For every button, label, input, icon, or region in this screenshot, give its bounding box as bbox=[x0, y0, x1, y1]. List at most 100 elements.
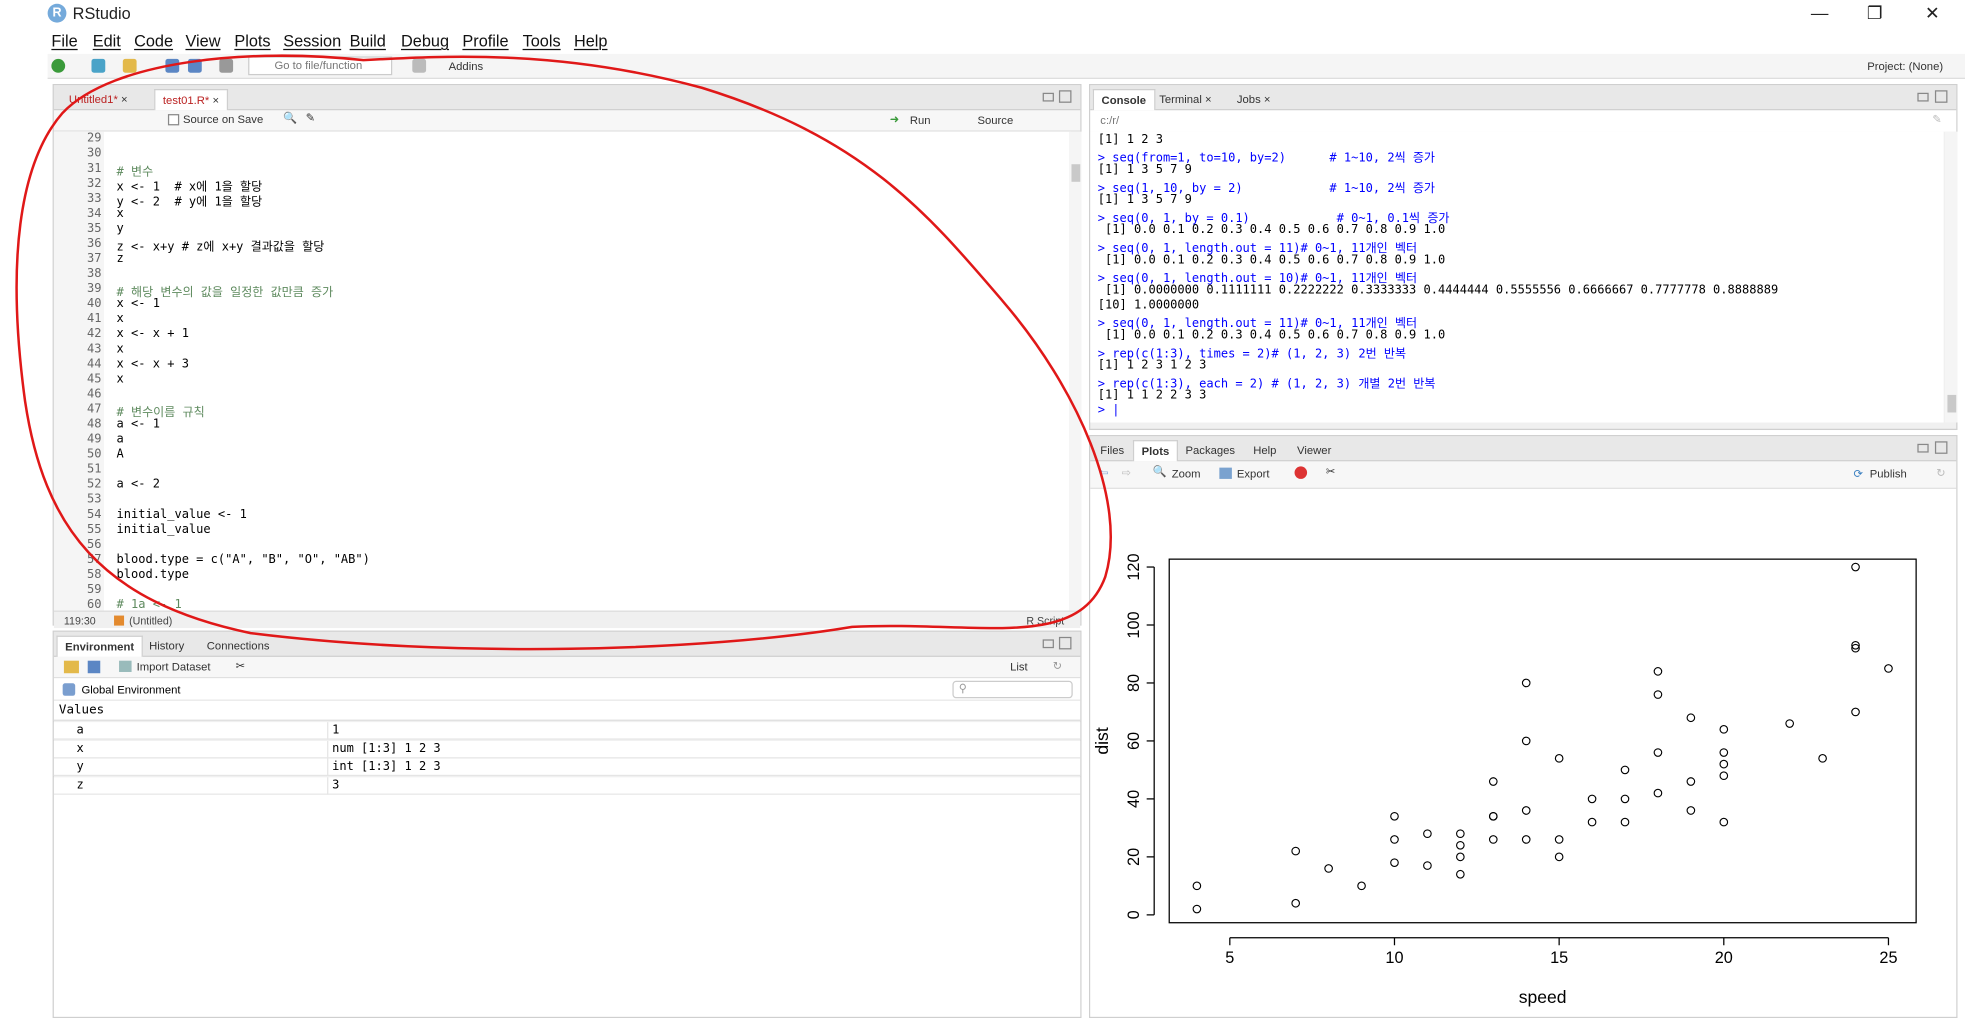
code-line[interactable]: 54 initial_value <- 1 bbox=[54, 508, 1072, 523]
refresh-icon[interactable]: ↻ bbox=[1053, 659, 1062, 673]
menu-edit[interactable]: Edit bbox=[93, 31, 121, 50]
refresh-icon[interactable]: ↻ bbox=[1936, 466, 1945, 480]
source-on-save-checkbox[interactable] bbox=[167, 114, 180, 126]
tab-files[interactable]: Files bbox=[1093, 440, 1132, 461]
source-button[interactable]: Source bbox=[977, 114, 1013, 127]
menu-plots[interactable]: Plots bbox=[234, 31, 270, 50]
code-line[interactable]: 56 bbox=[54, 538, 1072, 553]
minimize-pane-icon[interactable] bbox=[1917, 443, 1929, 453]
remove-plot-icon[interactable] bbox=[1294, 466, 1308, 479]
code-line[interactable]: 38 bbox=[54, 267, 1072, 282]
scope-selector[interactable]: (Untitled) bbox=[129, 614, 172, 627]
load-workspace-icon[interactable] bbox=[63, 660, 79, 674]
menu-session[interactable]: Session bbox=[283, 31, 341, 50]
tab-connections[interactable]: Connections bbox=[199, 636, 277, 657]
save-icon[interactable] bbox=[165, 58, 180, 73]
maximize-pane-icon[interactable] bbox=[1934, 90, 1948, 103]
maximize-pane-icon[interactable] bbox=[1058, 636, 1072, 650]
publish-menu[interactable]: Publish bbox=[1870, 468, 1907, 481]
print-icon[interactable] bbox=[219, 58, 234, 73]
new-project-icon[interactable] bbox=[91, 58, 106, 73]
zoom-button[interactable]: Zoom bbox=[1172, 468, 1201, 481]
code-line[interactable]: 33 y <- 2 # y에 1을 할당 bbox=[54, 192, 1072, 210]
code-line[interactable]: 50 A bbox=[54, 448, 1072, 463]
code-line[interactable]: 31 # 변수 bbox=[54, 162, 1072, 180]
back-arrow-icon[interactable]: ⇦ bbox=[1099, 466, 1108, 480]
save-workspace-icon[interactable] bbox=[87, 660, 101, 674]
maximize-pane-icon[interactable] bbox=[1934, 441, 1948, 454]
console-scroll-thumb[interactable] bbox=[1947, 394, 1957, 413]
tab-terminal[interactable]: Terminal × bbox=[1152, 89, 1219, 110]
code-line[interactable]: 60 # 1a <- 1 bbox=[54, 598, 1072, 611]
minimize-pane-icon[interactable] bbox=[1042, 92, 1054, 102]
environment-row[interactable]: x num [1:3] 1 2 3 bbox=[53, 740, 1081, 758]
code-line[interactable]: 36 z <- x+y # z에 x+y 결과값을 할당 bbox=[54, 237, 1072, 255]
code-line[interactable]: 34 x bbox=[54, 207, 1072, 222]
tab-help[interactable]: Help bbox=[1246, 440, 1284, 461]
tab-untitled1[interactable]: Untitled1* × bbox=[61, 89, 135, 110]
menu-tools[interactable]: Tools bbox=[523, 31, 561, 50]
menu-build[interactable]: Build bbox=[350, 31, 386, 50]
code-line[interactable]: 30 bbox=[54, 147, 1072, 162]
search-icon[interactable]: 🔍 bbox=[283, 112, 297, 126]
menu-help[interactable]: Help bbox=[574, 31, 608, 50]
maximize-pane-icon[interactable] bbox=[1058, 90, 1072, 103]
code-line[interactable]: 32 x <- 1 # x에 1을 할당 bbox=[54, 177, 1072, 195]
code-line[interactable]: 48 a <- 1 bbox=[54, 417, 1072, 432]
goto-file-input[interactable]: Go to file/function bbox=[248, 56, 393, 76]
minimize-pane-icon[interactable] bbox=[1042, 639, 1054, 649]
menu-view[interactable]: View bbox=[185, 31, 220, 50]
grid-icon[interactable] bbox=[412, 58, 427, 73]
code-line[interactable]: 53 bbox=[54, 493, 1072, 508]
code-editor[interactable]: 29 30 31 # 변수 32 x <- 1 # x에 1을 할당 33 y <- 2 # … bbox=[53, 131, 1072, 611]
project-menu[interactable]: Project: (None) bbox=[1867, 60, 1943, 73]
tab-test01[interactable]: test01.R* × bbox=[154, 89, 228, 111]
list-view-menu[interactable]: List bbox=[1010, 661, 1028, 674]
minimize-pane-icon[interactable] bbox=[1917, 92, 1929, 102]
close-icon[interactable]: ✕ bbox=[1920, 3, 1945, 24]
addins-menu[interactable]: Addins bbox=[449, 60, 484, 73]
broom-icon[interactable]: ✂ bbox=[236, 659, 245, 673]
tab-history[interactable]: History bbox=[142, 636, 192, 657]
menu-profile[interactable]: Profile bbox=[462, 31, 508, 50]
magic-wand-icon[interactable]: ✎ bbox=[306, 112, 315, 126]
code-line[interactable]: 43 x bbox=[54, 342, 1072, 357]
working-directory[interactable]: c:/r/ bbox=[1100, 114, 1119, 127]
code-line[interactable]: 42 x <- x + 1 bbox=[54, 327, 1072, 342]
code-line[interactable]: 57 blood.type = c("A", "B", "O", "AB") bbox=[54, 553, 1072, 568]
code-line[interactable]: 59 bbox=[54, 583, 1072, 598]
code-line[interactable]: 39 # 해당 변수의 값을 일정한 값만큼 증가 bbox=[54, 282, 1072, 300]
forward-arrow-icon[interactable]: ⇨ bbox=[1122, 466, 1131, 480]
code-line[interactable]: 45 x bbox=[54, 372, 1072, 387]
global-environment-menu[interactable]: Global Environment bbox=[81, 683, 180, 696]
broom-icon[interactable]: ✂ bbox=[1326, 465, 1335, 479]
code-line[interactable]: 51 bbox=[54, 463, 1072, 478]
code-line[interactable]: 35 y bbox=[54, 222, 1072, 237]
environment-row[interactable]: z3 bbox=[53, 776, 1081, 795]
menu-code[interactable]: Code bbox=[134, 31, 173, 50]
menu-file[interactable]: File bbox=[51, 31, 77, 50]
code-line[interactable]: 58 blood.type bbox=[54, 568, 1072, 583]
code-line[interactable]: 47 # 변수이름 규칙 bbox=[54, 402, 1072, 420]
tab-plots[interactable]: Plots bbox=[1132, 440, 1179, 462]
code-line[interactable]: 55 initial_value bbox=[54, 523, 1072, 538]
editor-scroll-thumb[interactable] bbox=[1071, 164, 1081, 182]
code-line[interactable]: 52 a <- 2 bbox=[54, 478, 1072, 493]
console-output[interactable]: [1] 1 2 3 > seq(from=1, to=10, by=2) # 1~… bbox=[1090, 131, 1944, 423]
code-line[interactable]: 37 z bbox=[54, 252, 1072, 267]
tab-packages[interactable]: Packages bbox=[1178, 440, 1243, 461]
code-line[interactable]: 41 x bbox=[54, 312, 1072, 327]
new-file-icon[interactable] bbox=[51, 58, 66, 73]
tab-environment[interactable]: Environment bbox=[56, 635, 143, 657]
environment-row[interactable]: a1 bbox=[53, 722, 1081, 740]
minimize-icon[interactable]: — bbox=[1807, 3, 1832, 23]
environment-search-input[interactable]: ⚲ bbox=[952, 680, 1073, 699]
file-type-selector[interactable]: R Script bbox=[1026, 614, 1064, 627]
tab-viewer[interactable]: Viewer bbox=[1290, 440, 1339, 461]
tab-jobs[interactable]: Jobs × bbox=[1229, 89, 1278, 110]
run-button[interactable]: Run bbox=[910, 114, 931, 127]
code-line[interactable]: 49 a bbox=[54, 433, 1072, 448]
console-scrollbar[interactable] bbox=[1944, 131, 1958, 423]
code-line[interactable]: 29 bbox=[54, 132, 1072, 147]
import-dataset-menu[interactable]: Import Dataset bbox=[137, 661, 211, 674]
